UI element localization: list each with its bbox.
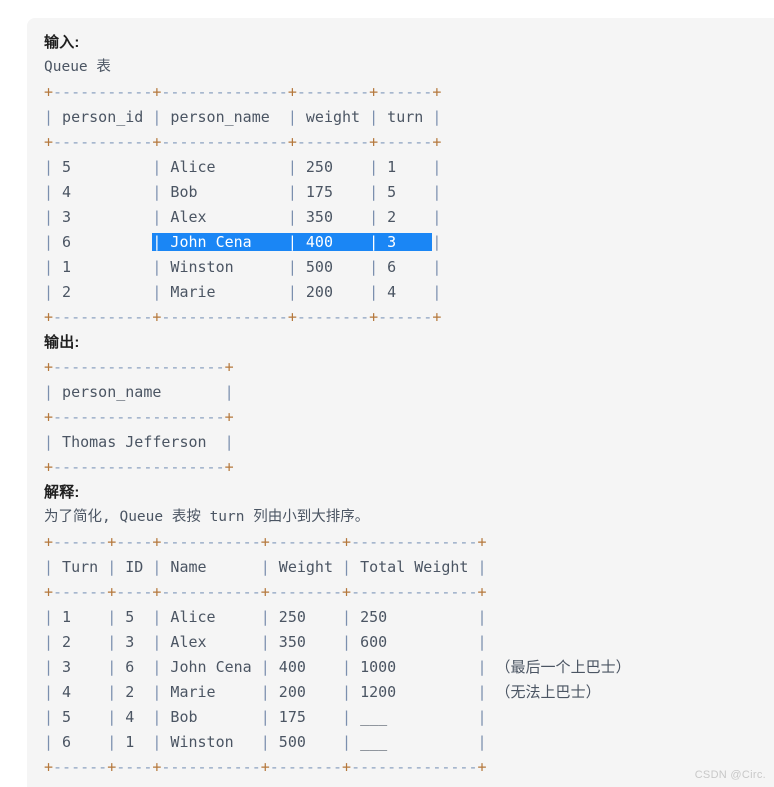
input-ascii-table: +-----------+--------------+--------+---…	[44, 83, 442, 326]
content-body: 输入: Queue 表 +-----------+--------------+…	[44, 30, 774, 780]
output-section: 输出: +-------------------+ | person_name …	[44, 330, 774, 480]
input-label: 输入:	[44, 34, 80, 51]
page-root: 输入: Queue 表 +-----------+--------------+…	[0, 0, 774, 787]
content-card: 输入: Queue 表 +-----------+--------------+…	[27, 18, 774, 787]
watermark: CSDN @Circ.	[694, 769, 766, 781]
explanation-section: 解释: 为了简化, Queue 表按 turn 列由小到大排序。 +------…	[44, 480, 774, 780]
input-section: 输入: Queue 表 +-----------+--------------+…	[44, 30, 774, 330]
explanation-ascii-table: +------+----+-----------+--------+------…	[44, 533, 631, 776]
output-ascii-table: +-------------------+ | person_name | +-…	[44, 358, 234, 476]
output-label: 输出:	[44, 334, 80, 351]
explanation-label: 解释:	[44, 484, 80, 501]
input-subtitle: Queue 表	[44, 59, 111, 75]
explanation-text: 为了简化, Queue 表按 turn 列由小到大排序。	[44, 509, 370, 525]
